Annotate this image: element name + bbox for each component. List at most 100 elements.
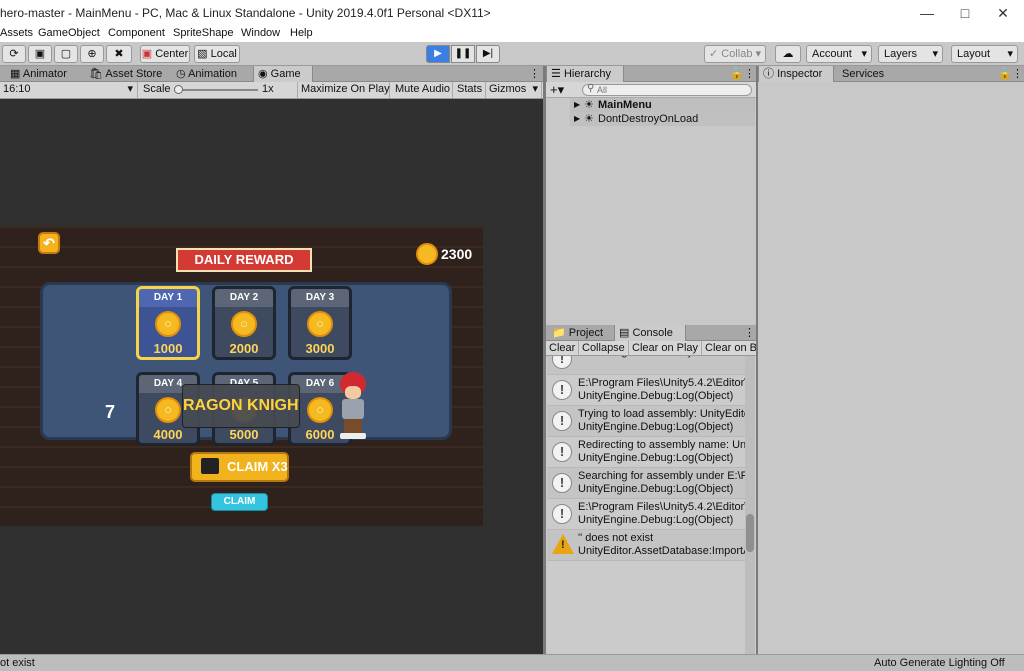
- stats-toggle[interactable]: Stats: [454, 82, 486, 98]
- search-icon: ⚲: [587, 83, 595, 94]
- store-icon: 🛍: [89, 68, 103, 80]
- hierarchy-search-input[interactable]: [597, 85, 747, 95]
- menu-help[interactable]: Help: [290, 27, 313, 39]
- tab-hierarchy[interactable]: ☰ Hierarchy: [546, 66, 624, 82]
- panel-menu-icon[interactable]: ⋮: [525, 66, 540, 82]
- close-button[interactable]: ✕: [980, 0, 1024, 26]
- console-log-entry[interactable]: ! E:\Program Files\Unity5.4.2\Editor\D Un…: [547, 375, 754, 406]
- left-tab-strip: ▦ Animator 🛍 Asset Store ◷ Animation ◉ G…: [0, 66, 543, 82]
- hierarchy-search-field[interactable]: ⚲: [582, 83, 752, 96]
- play-button[interactable]: ▶: [426, 45, 450, 63]
- hierarchy-item-mainmenu[interactable]: ▶ ☀ MainMenu ⋮: [570, 98, 774, 112]
- console-clear-button[interactable]: Clear: [546, 341, 579, 355]
- claim-button[interactable]: CLAIM: [211, 493, 268, 511]
- menu-gameobject[interactable]: GameObject: [38, 27, 100, 39]
- collab-dropdown[interactable]: ✓ Collab ▾: [704, 45, 766, 63]
- tab-services[interactable]: Services: [838, 66, 900, 82]
- lock-icon[interactable]: 🔒: [994, 66, 1012, 82]
- chevron-down-icon: ▾: [932, 48, 938, 60]
- console-log-entry[interactable]: ! E:\Program Files\Unity5.4.2\Editor\D Un…: [547, 499, 754, 530]
- layout-dropdown[interactable]: Layout ▾: [951, 45, 1018, 63]
- day-label: DAY 1: [139, 289, 197, 307]
- menu-window[interactable]: Window: [241, 27, 280, 39]
- step-button[interactable]: ▶|: [476, 45, 500, 63]
- tab-console[interactable]: ▤ Console: [614, 325, 686, 341]
- window-title: hero-master - MainMenu - PC, Mac & Linux…: [0, 6, 491, 20]
- chevron-down-icon: ▾: [861, 48, 867, 60]
- tab-asset-store[interactable]: 🛍 Asset Store: [85, 66, 165, 82]
- hierarchy-toolbar: +▾ ⚲: [546, 82, 756, 98]
- knight-legs: [344, 419, 362, 433]
- console-icon: ▤: [619, 327, 630, 339]
- console-collapse-toggle[interactable]: Collapse: [579, 341, 629, 355]
- pivot-local-button[interactable]: ▧ Local: [194, 45, 240, 63]
- video-icon: [201, 458, 219, 474]
- expand-arrow-icon[interactable]: ▶: [574, 112, 580, 126]
- console-log-entry[interactable]: ! Trying to load assembly: UnityEdito Uni…: [547, 406, 754, 437]
- console-clear-on-play-toggle[interactable]: Clear on Play: [629, 341, 702, 355]
- hierarchy-item-dontdestroyonload[interactable]: ▶ ☀ DontDestroyOnLoad ⋮: [570, 112, 774, 126]
- animator-icon: ▦: [10, 68, 21, 80]
- scale-slider[interactable]: Scale 1x: [140, 82, 298, 98]
- panel-menu-icon[interactable]: ⋮: [740, 66, 755, 82]
- tab-project[interactable]: 📁 Project: [548, 325, 614, 341]
- mute-audio-toggle[interactable]: Mute Audio: [392, 82, 453, 98]
- console-log-entry[interactable]: ! Searching for assembly under E:\Pro Uni…: [547, 468, 754, 499]
- game-view-toolbar: 16:10 ▾ Scale 1x Maximize On Play Mute A…: [0, 82, 543, 99]
- console-log-entry[interactable]: ! '' does not exist UnityEditor.AssetData…: [547, 530, 754, 561]
- tab-animator[interactable]: ▦ Animator: [6, 66, 78, 82]
- expand-arrow-icon[interactable]: ▶: [574, 98, 580, 112]
- layers-dropdown[interactable]: Layers ▾: [878, 45, 943, 63]
- info-icon: !: [552, 504, 572, 524]
- tab-animation[interactable]: ◷ Animation: [172, 66, 252, 82]
- status-message[interactable]: ot exist: [0, 657, 35, 669]
- daily-reward-banner: DAILY REWARD: [176, 248, 312, 272]
- custom-tool-icon[interactable]: ✖: [106, 45, 132, 63]
- tab-inspector[interactable]: ⓘ Inspector: [758, 66, 834, 82]
- dragon-knight-popup: RAGON KNIGHT: [182, 384, 300, 428]
- transform-tool-icon[interactable]: ⊕: [80, 45, 104, 63]
- tab-game[interactable]: ◉ Game: [253, 66, 313, 82]
- console-clear-on-build-toggle[interactable]: Clear on Bu: [702, 341, 756, 355]
- lock-icon[interactable]: 🔒: [726, 66, 744, 82]
- scale-slider-track: [178, 89, 258, 91]
- maximize-on-play-toggle[interactable]: Maximize On Play: [298, 82, 390, 98]
- folder-icon: 📁: [552, 327, 566, 339]
- animation-icon: ◷: [176, 68, 186, 80]
- day-card-3[interactable]: DAY 3 ○ 3000: [288, 286, 352, 360]
- console-scrollbar-thumb[interactable]: [746, 514, 754, 552]
- day-card-1[interactable]: DAY 1 ○ 1000: [136, 286, 200, 360]
- menu-spriteshape[interactable]: SpriteShape: [173, 27, 234, 39]
- panel-menu-icon[interactable]: ⋮: [740, 325, 755, 341]
- day-card-2[interactable]: DAY 2 ○ 2000: [212, 286, 276, 360]
- coin-icon: ○: [155, 397, 181, 423]
- scale-slider-thumb[interactable]: [174, 85, 183, 94]
- coin-icon: ○: [307, 397, 333, 423]
- claim-x3-button[interactable]: CLAIM X3: [190, 452, 289, 482]
- day-value: 1000: [153, 341, 183, 356]
- console-log-entry[interactable]: ! Redirecting to assembly name: Unit Unit…: [547, 437, 754, 468]
- hierarchy-tree: ▶ ☀ MainMenu ⋮ ▶ ☀ DontDestroyOnLoad ⋮: [546, 98, 774, 325]
- panel-menu-icon[interactable]: ⋮: [1008, 66, 1023, 82]
- rect-tool-icon[interactable]: ▢: [54, 45, 78, 63]
- pivot-center-button[interactable]: ▣ Center: [140, 45, 190, 63]
- game-canvas[interactable]: ↶ DAILY REWARD 2300 DAY 1 ○ 1000 DAY 2 ○…: [0, 226, 483, 526]
- coin-icon: [416, 243, 438, 265]
- pause-button[interactable]: ❚❚: [451, 45, 475, 63]
- create-add-button[interactable]: +▾: [550, 82, 564, 97]
- gamepad-icon: ◉: [258, 68, 268, 80]
- rotate-tool-icon[interactable]: ⟳: [2, 45, 26, 63]
- menu-assets[interactable]: Assets: [0, 27, 33, 39]
- gizmos-dropdown[interactable]: Gizmos ▾: [486, 82, 542, 98]
- chevron-down-icon: ▾: [755, 48, 762, 60]
- info-icon: !: [552, 411, 572, 431]
- account-dropdown[interactable]: Account ▾: [806, 45, 872, 63]
- scale-tool-icon[interactable]: ▣: [28, 45, 52, 63]
- menu-component[interactable]: Component: [108, 27, 165, 39]
- cloud-icon[interactable]: ☁: [775, 45, 801, 63]
- back-icon[interactable]: ↶: [38, 232, 60, 254]
- console-scrollbar[interactable]: [745, 356, 755, 654]
- aspect-dropdown[interactable]: 16:10 ▾: [0, 82, 138, 98]
- knight-character: [334, 372, 374, 442]
- console-toolbar: Clear Collapse Clear on Play Clear on Bu: [546, 341, 756, 356]
